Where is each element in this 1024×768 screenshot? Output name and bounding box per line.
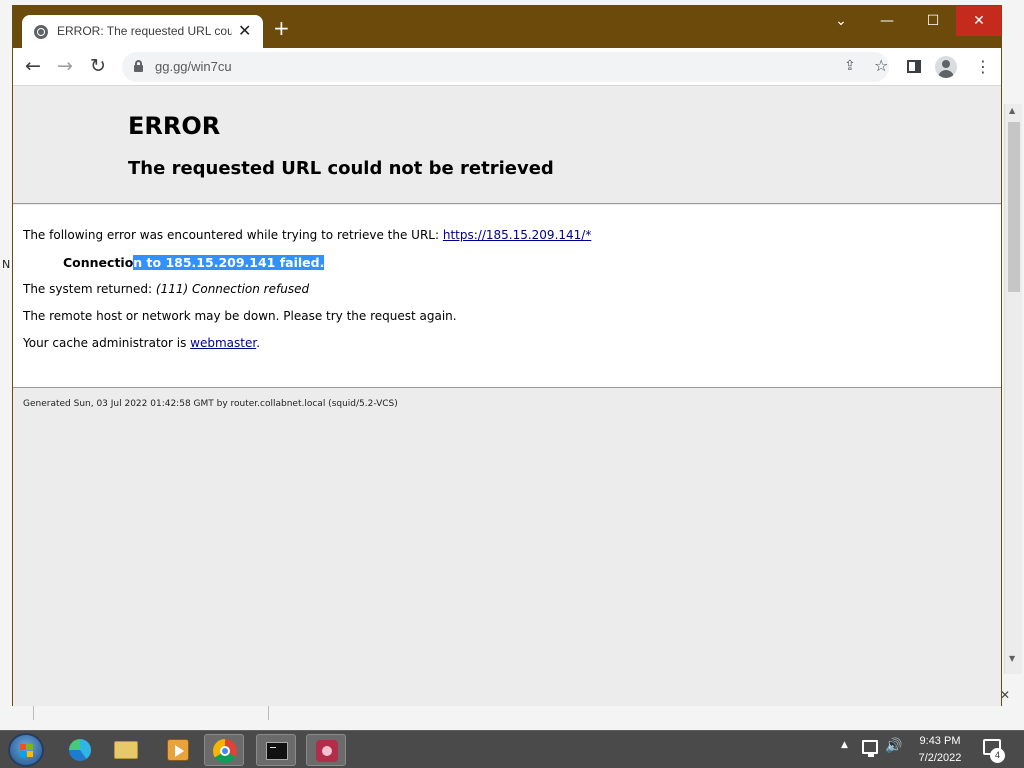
close-window-button[interactable]: ✕	[956, 6, 1002, 36]
forward-button[interactable]: →	[57, 55, 73, 77]
volume-icon[interactable]: 🔊	[885, 738, 902, 754]
back-button[interactable]: ←	[25, 55, 41, 77]
scroll-up-icon[interactable]: ▲	[1009, 106, 1015, 115]
windows-logo-icon	[20, 744, 34, 758]
scroll-thumb[interactable]	[1008, 122, 1020, 292]
system-returned-label: The system returned:	[23, 282, 156, 296]
taskbar-paint[interactable]	[306, 734, 346, 766]
tab-close-icon[interactable]: ✕	[238, 21, 251, 40]
taskbar-command-prompt[interactable]	[256, 734, 296, 766]
scroll-down-icon[interactable]: ▼	[1009, 654, 1015, 663]
globe-icon	[34, 25, 48, 39]
error-reason-unselected: Connectio	[63, 255, 134, 270]
page-subtitle: The requested URL could not be retrieved	[128, 158, 554, 179]
admin-label: Your cache administrator is	[23, 336, 191, 350]
background-scrollbar[interactable]: ▲ ▼	[1004, 104, 1022, 674]
taskbar-chrome[interactable]	[204, 734, 244, 766]
remote-host-line: The remote host or network may be down. …	[23, 309, 457, 323]
page-content: ERROR The requested URL could not be ret…	[13, 86, 1001, 706]
tab-title: ERROR: The requested URL could not be re…	[57, 24, 232, 38]
system-returned-line: The system returned: (111) Connection re…	[23, 282, 309, 296]
menu-icon[interactable]: ⋮	[975, 57, 991, 76]
clock-time: 9:43 PM	[919, 735, 961, 747]
system-returned-detail: (111) Connection refused	[155, 282, 310, 296]
webmaster-link[interactable]: webmaster	[190, 336, 256, 350]
lock-icon[interactable]	[134, 60, 143, 72]
title-bar: ERROR: The requested URL could not be re…	[13, 6, 1002, 49]
folder-icon	[114, 741, 138, 759]
error-url-label: The following error was encountered whil…	[23, 228, 443, 242]
browser-toolbar: ← → ↻ gg.gg/win7cu ⇪ ☆ ⋮	[13, 48, 1001, 86]
show-hidden-icons-icon[interactable]: ▲	[841, 740, 848, 750]
reload-button[interactable]: ↻	[90, 55, 106, 77]
share-icon[interactable]: ⇪	[844, 58, 856, 74]
side-panel-icon[interactable]	[907, 60, 921, 73]
taskbar-clock[interactable]: 9:43 PM 7/2/2022	[908, 733, 972, 767]
chrome-icon	[213, 739, 237, 763]
generated-footer: Generated Sun, 03 Jul 2022 01:42:58 GMT …	[23, 399, 398, 409]
error-header: ERROR The requested URL could not be ret…	[13, 86, 1001, 204]
page-title: ERROR	[128, 112, 221, 140]
background-divider	[33, 706, 34, 720]
browser-window: ERROR: The requested URL could not be re…	[12, 5, 1002, 706]
background-divider	[268, 706, 269, 720]
error-url-line: The following error was encountered whil…	[23, 228, 591, 242]
media-player-icon	[167, 739, 189, 761]
taskbar-edge[interactable]	[60, 734, 100, 766]
admin-suffix: .	[256, 336, 261, 350]
clock-date: 7/2/2022	[918, 752, 962, 764]
edge-icon	[69, 739, 91, 761]
background-text: N	[2, 258, 11, 271]
error-details: The following error was encountered whil…	[13, 205, 1001, 388]
star-icon[interactable]: ☆	[874, 56, 888, 75]
tab-search-button[interactable]: ⌄	[818, 6, 864, 36]
url-text[interactable]: gg.gg/win7cu	[155, 59, 232, 74]
error-reason: Connection to 185.15.209.141 failed.	[63, 255, 325, 270]
terminal-icon	[266, 742, 288, 760]
address-bar[interactable]: gg.gg/win7cu ⇪ ☆	[122, 52, 889, 82]
paint-icon	[316, 740, 338, 762]
new-tab-button[interactable]: +	[273, 18, 290, 38]
error-url-link[interactable]: https://185.15.209.141/*	[443, 228, 591, 242]
error-reason-selected: n to 185.15.209.141 failed.	[133, 255, 325, 270]
taskbar-media-player[interactable]	[158, 734, 198, 766]
taskbar-file-explorer[interactable]	[106, 734, 146, 766]
notification-badge: 4	[990, 748, 1005, 763]
maximize-button[interactable]: ☐	[910, 6, 956, 36]
taskbar: ▲ 🔊 9:43 PM 7/2/2022 4	[0, 730, 1024, 768]
admin-line: Your cache administrator is webmaster.	[23, 336, 260, 350]
network-icon[interactable]	[862, 740, 878, 757]
start-button[interactable]	[8, 733, 44, 767]
profile-icon[interactable]	[935, 56, 957, 78]
minimize-button[interactable]: —	[864, 6, 910, 36]
browser-tab[interactable]: ERROR: The requested URL could not be re…	[22, 15, 263, 49]
